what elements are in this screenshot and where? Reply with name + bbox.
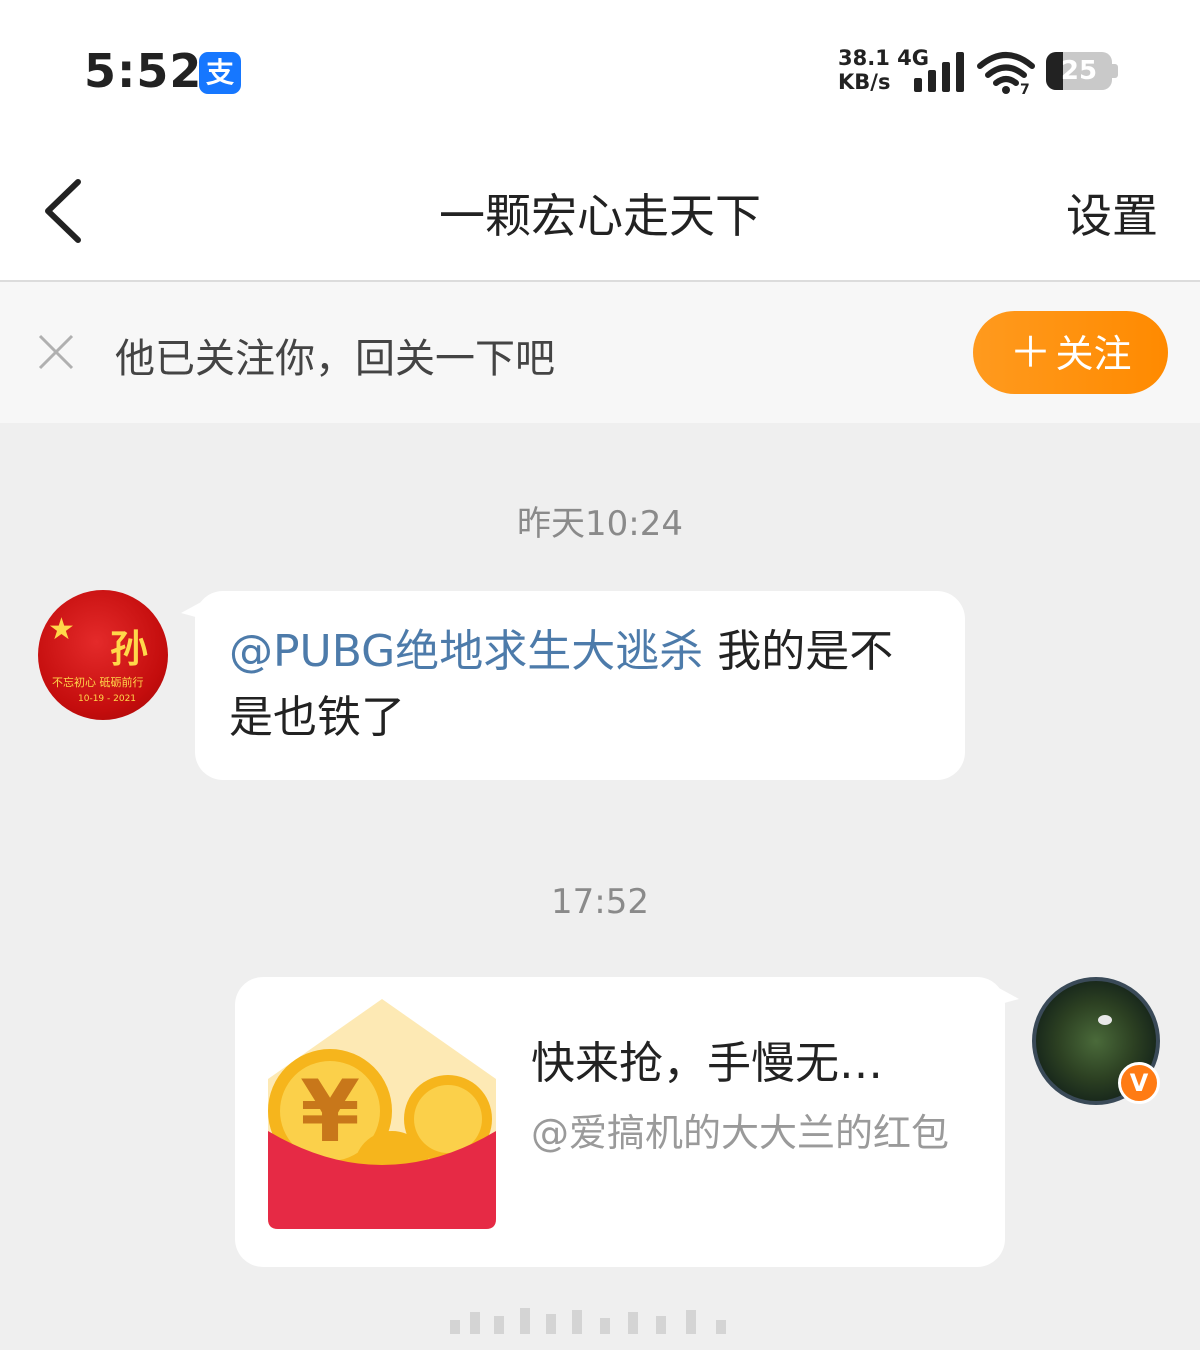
message-text: @PUBG绝地求生大逃杀 我的是不是也铁了 xyxy=(229,619,931,751)
red-packet-icon: ¥ xyxy=(268,999,496,1229)
status-time: 5:52 xyxy=(84,44,203,98)
mention-link[interactable]: @PUBG绝地求生大逃杀 xyxy=(229,626,703,677)
verified-badge-icon: V xyxy=(1118,1062,1160,1104)
avatar-detail xyxy=(1098,1015,1112,1025)
follow-button[interactable]: ＋关注 xyxy=(973,311,1168,394)
cropped-content xyxy=(450,1308,750,1334)
avatar-caption: 不忘初心 砥砺前行 xyxy=(52,676,144,689)
back-button[interactable] xyxy=(30,166,100,256)
settings-button[interactable]: 设置 xyxy=(1066,180,1158,246)
close-icon[interactable] xyxy=(36,332,76,372)
avatar-char: 孙 xyxy=(110,627,149,671)
sender-avatar[interactable]: ★ 孙 不忘初心 砥砺前行 10-19 - 2021 xyxy=(38,590,168,720)
avatar-caption-date: 10-19 - 2021 xyxy=(78,694,137,704)
follow-back-banner: 他已关注你，回关一下吧 ＋关注 xyxy=(0,282,1200,423)
battery-tip xyxy=(1112,64,1118,78)
battery-level: 25 xyxy=(1060,56,1098,86)
message-timestamp: 17:52 xyxy=(551,882,649,922)
message-bubble[interactable]: @PUBG绝地求生大逃杀 我的是不是也铁了 xyxy=(181,591,965,780)
plus-icon: ＋ xyxy=(1009,328,1052,377)
follow-back-text: 他已关注你，回关一下吧 xyxy=(115,336,555,382)
red-packet-title: 快来抢，手慢无… xyxy=(531,1038,883,1089)
red-packet-subtitle: @爱搞机的大大兰的红包 xyxy=(531,1111,950,1155)
chat-header: 一颗宏心走天下 设置 xyxy=(0,140,1200,282)
red-packet-card[interactable]: ¥ 快来抢，手慢无… @爱搞机的大大兰的红包 xyxy=(235,977,1019,1267)
signal-icon xyxy=(912,52,966,92)
wifi-icon: 7 xyxy=(977,52,1035,94)
battery-icon: 25 xyxy=(1046,52,1112,90)
network-speed-value: 38.1 xyxy=(838,46,890,70)
wifi-badge: 7 xyxy=(1020,82,1030,94)
alipay-icon: 支 xyxy=(199,52,241,94)
page-title: 一颗宏心走天下 xyxy=(439,189,761,243)
svg-text:¥: ¥ xyxy=(300,1062,360,1162)
follow-button-label: 关注 xyxy=(1055,332,1132,376)
star-icon: ★ xyxy=(48,612,75,647)
status-bar: 5:52 支 38.1 4G KB/s 7 25 xyxy=(0,0,1200,140)
message-timestamp: 昨天10:24 xyxy=(517,504,683,544)
